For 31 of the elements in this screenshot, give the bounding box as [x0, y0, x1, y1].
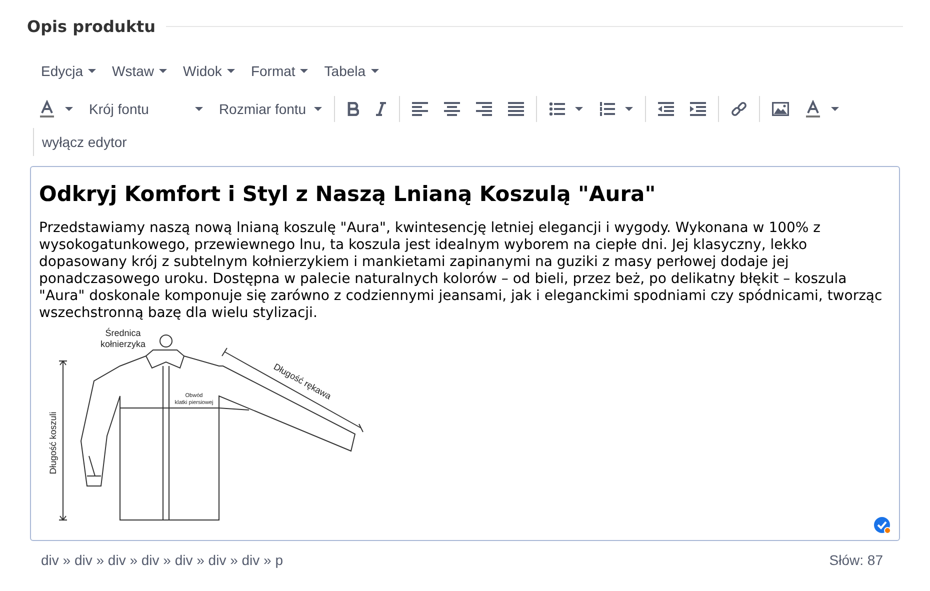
letter-a-icon: [39, 100, 55, 118]
align-right-icon: [476, 102, 492, 116]
menu-item[interactable]: Tabela: [316, 59, 387, 83]
link-icon: [731, 101, 748, 117]
align-center-icon: [444, 102, 460, 116]
document-heading: Odkryj Komfort i Styl z Naszą Lnianą Koszulą "Aura": [39, 182, 657, 206]
bullet-list-icon: [549, 102, 566, 116]
image-icon: [772, 102, 790, 116]
length-label: Długość koszuli: [48, 412, 58, 474]
numbered-list-icon: [599, 102, 616, 116]
letter-a-icon: [805, 100, 822, 118]
checkmark-icon[interactable]: [873, 516, 891, 534]
menu-item[interactable]: Edycja: [33, 59, 104, 83]
italic-icon: [375, 102, 388, 116]
collar-label: Średnica kołnierzyka: [100, 328, 146, 349]
element-path: div » div » div » div » div » div » div » p: [41, 552, 284, 568]
align-left-icon: [412, 102, 428, 116]
font-select[interactable]: Rozmiar fontu: [210, 96, 330, 122]
editor-area[interactable]: [30, 166, 900, 541]
bold-icon: [347, 102, 360, 116]
disable-editor-button[interactable]: wyłącz edytor: [40, 128, 129, 156]
menu-item[interactable]: Wstaw: [104, 59, 176, 83]
document-paragraph: Przedstawiamy naszą nową lnianą koszulę "Aura", kwintesencję letniej elegancji i wygody. Wykonana w 100% z wysokogatunkowego, przewiewnego lnu, ta koszula jest idealnym wyborem na ciepłe dni. Jej klasyczny, lekko dopasowany krój z subtelnym kołnierzykiem i mankietami zapinanymi na guziki z masy perłowej dodaje jej ponadczasowego uroku. Dostępna w palecie naturalnych kolorów – od bieli, przez beż, po delikatny błękit – koszula "Aura" doskonale komponuje się zarówno z codziennymi jeansami, jak i eleganckimi spodniami czy spódnicami, tworząc wszechstronną bazę dla wielu stylizacji.: [39, 220, 884, 322]
align-justify-icon: [508, 102, 524, 116]
word-count: Słów: 87: [829, 552, 883, 568]
menu-item[interactable]: Widok: [175, 59, 243, 83]
indent-icon: [690, 102, 706, 116]
font-select[interactable]: Krój fontu: [81, 96, 211, 122]
menu-item[interactable]: Format: [242, 59, 316, 83]
outdent-icon: [658, 102, 674, 116]
section-title: Opis produktu: [27, 16, 156, 36]
